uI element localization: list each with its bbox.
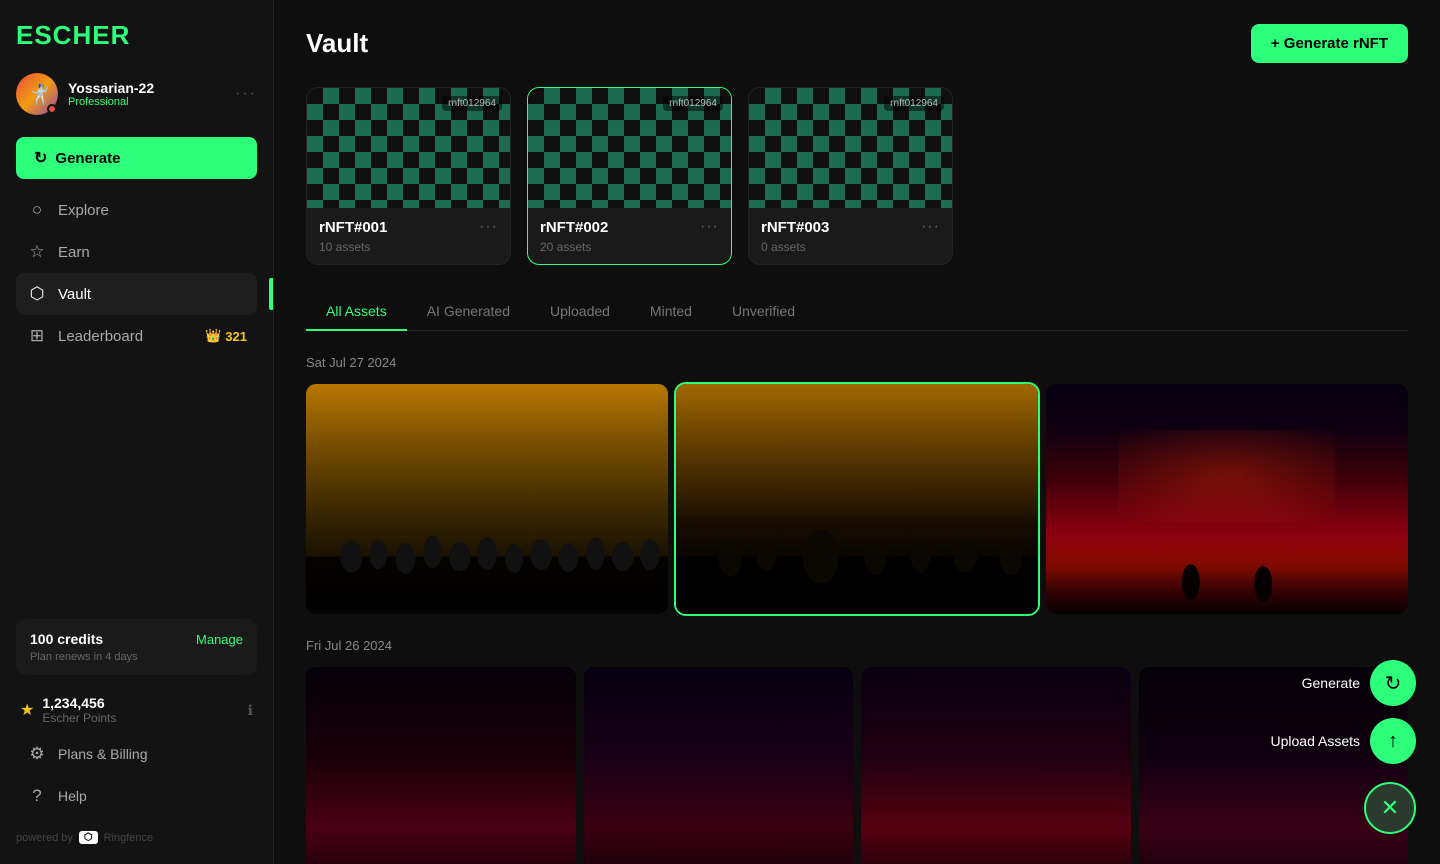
fab-close-button[interactable]: ✕ (1364, 782, 1416, 834)
upload-fab-button[interactable]: ↑ (1370, 718, 1416, 764)
vault-icon: ⬡ (26, 284, 48, 304)
online-indicator (47, 104, 57, 114)
rf-logo: ⬡ (79, 831, 98, 844)
asset-group-0: Sat Jul 27 2024 (306, 355, 1408, 638)
crown-icon: 👑 (205, 328, 221, 344)
sidebar-item-explore[interactable]: ○ Explore (16, 189, 257, 231)
main-header: Vault + Generate rNFT (306, 24, 1408, 63)
tab-unverified[interactable]: Unverified (712, 293, 815, 331)
nft-card-1[interactable]: rnft012964 rNFT#002 ··· 20 assets (527, 87, 732, 265)
avatar-wrap: 🤺 (16, 73, 58, 115)
date-label-0: Sat Jul 27 2024 (306, 355, 1408, 370)
points-label: Escher Points (42, 711, 116, 725)
nft-cards-row: rnft012964 rNFT#001 ··· 10 assets rnft01… (306, 87, 1408, 265)
asset-group-1: Fri Jul 26 2024 (306, 638, 1408, 864)
user-badge: Professional (68, 96, 154, 108)
help-icon: ? (26, 786, 48, 806)
sidebar-item-leaderboard[interactable]: ⊞ Leaderboard 👑 321 (16, 315, 257, 357)
nft-assets-2: 0 assets (761, 240, 940, 254)
nft-token-id-0: rnft012964 (442, 96, 502, 111)
sidebar-item-label: Earn (58, 244, 90, 261)
image-thumb-0[interactable] (306, 384, 668, 614)
plans-icon: ⚙ (26, 744, 48, 764)
image-thumb-2[interactable] (1046, 384, 1408, 614)
image-thumb-3[interactable] (306, 667, 576, 864)
close-icon: ✕ (1381, 795, 1399, 821)
credits-sub: Plan renews in 4 days (30, 651, 243, 663)
tab-minted[interactable]: Minted (630, 293, 712, 331)
nft-token-id-1: rnft012964 (663, 96, 723, 111)
image-thumb-4[interactable] (584, 667, 854, 864)
nft-more-0[interactable]: ··· (479, 218, 498, 236)
app-logo: ESCHER (16, 20, 257, 51)
tab-ai-generated[interactable]: AI Generated (407, 293, 530, 331)
user-info: Yossarian-22 Professional (68, 80, 154, 108)
info-icon[interactable]: ℹ (248, 702, 253, 719)
sidebar-item-earn[interactable]: ☆ Earn (16, 231, 257, 273)
leaderboard-badge: 👑 321 (205, 328, 247, 344)
leaderboard-icon: ⊞ (26, 326, 48, 346)
bottom-nav: ⚙ Plans & Billing ? Help (16, 733, 257, 817)
nft-more-1[interactable]: ··· (700, 218, 719, 236)
sidebar: ESCHER 🤺 Yossarian-22 Professional ··· ↻… (0, 0, 274, 864)
image-thumb-5[interactable] (861, 667, 1131, 864)
powered-by: powered by ⬡ Ringfence (16, 831, 257, 844)
nft-card-name-0: rNFT#001 (319, 219, 387, 236)
figures-svg (1046, 533, 1408, 614)
tab-uploaded[interactable]: Uploaded (530, 293, 630, 331)
user-menu-dots[interactable]: ··· (235, 85, 257, 103)
nft-token-id-2: rnft012964 (884, 96, 944, 111)
points-row: ★ 1,234,456 Escher Points ℹ (16, 687, 257, 733)
crowd-svg (306, 499, 668, 614)
generate-fab-item: Generate ↻ (1302, 660, 1416, 706)
manage-link[interactable]: Manage (196, 632, 243, 647)
nft-card-name-1: rNFT#002 (540, 219, 608, 236)
user-profile: 🤺 Yossarian-22 Professional ··· (16, 73, 257, 115)
earn-icon: ☆ (26, 242, 48, 262)
nft-card-0[interactable]: rnft012964 rNFT#001 ··· 10 assets (306, 87, 511, 265)
generate-button[interactable]: ↻ Generate (16, 137, 257, 179)
nft-more-2[interactable]: ··· (921, 218, 940, 236)
nft-card-image-0: rnft012964 (307, 88, 510, 208)
sidebar-item-vault[interactable]: ⬡ Vault (16, 273, 257, 315)
image-grid-1 (306, 667, 1408, 864)
nft-assets-1: 20 assets (540, 240, 719, 254)
nft-assets-0: 10 assets (319, 240, 498, 254)
explore-icon: ○ (26, 200, 48, 220)
points-value: 1,234,456 (42, 695, 116, 711)
star-icon: ★ (20, 700, 34, 720)
asset-tabs: All Assets AI Generated Uploaded Minted … (306, 293, 1408, 331)
main-nav: ○ Explore ☆ Earn ⬡ Vault ⊞ Leaderboard 👑… (16, 189, 257, 357)
generate-icon: ↻ (34, 148, 47, 168)
image-grid-0 (306, 384, 1408, 614)
sidebar-bottom: 100 credits Manage Plan renews in 4 days… (16, 619, 257, 844)
generate-fab-button[interactable]: ↻ (1370, 660, 1416, 706)
nft-card-image-1: rnft012964 (528, 88, 731, 208)
credits-box: 100 credits Manage Plan renews in 4 days (16, 619, 257, 675)
upload-fab-label: Upload Assets (1271, 733, 1361, 749)
credits-title: 100 credits (30, 631, 103, 647)
sidebar-item-help[interactable]: ? Help (16, 775, 257, 817)
fab-area: Generate ↻ Upload Assets ↑ (1271, 660, 1417, 764)
sidebar-item-label: Leaderboard (58, 328, 143, 345)
generate-rnft-button[interactable]: + Generate rNFT (1251, 24, 1408, 63)
date-label-1: Fri Jul 26 2024 (306, 638, 1408, 653)
sidebar-item-plans[interactable]: ⚙ Plans & Billing (16, 733, 257, 775)
crowd-svg-2 (676, 499, 1038, 614)
nft-card-2[interactable]: rnft012964 rNFT#003 ··· 0 assets (748, 87, 953, 265)
nft-card-image-2: rnft012964 (749, 88, 952, 208)
tab-all-assets[interactable]: All Assets (306, 293, 407, 331)
sidebar-item-label: Vault (58, 286, 91, 303)
generate-fab-label: Generate (1302, 675, 1360, 691)
main-content: Vault + Generate rNFT rnft012964 rNFT#00… (274, 0, 1440, 864)
sidebar-item-label: Explore (58, 202, 109, 219)
image-thumb-1[interactable] (676, 384, 1038, 614)
page-title: Vault (306, 28, 368, 59)
username: Yossarian-22 (68, 80, 154, 96)
upload-fab-item: Upload Assets ↑ (1271, 718, 1417, 764)
nft-card-name-2: rNFT#003 (761, 219, 829, 236)
